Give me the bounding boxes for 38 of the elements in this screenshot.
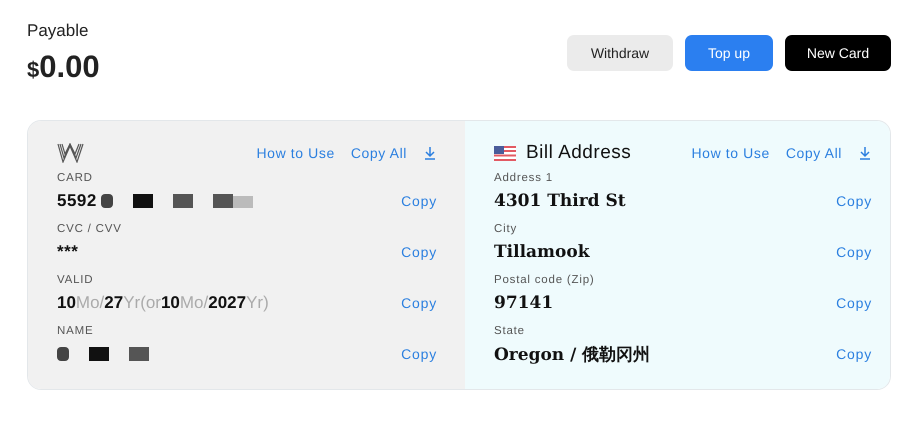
field-label: City xyxy=(494,223,518,237)
field-value: Oregon / 俄勒冈州 xyxy=(494,344,650,366)
copy-all-link[interactable]: Copy All xyxy=(350,145,407,161)
field-label: Postal code (Zip) xyxy=(494,274,596,288)
copy-link[interactable]: Copy xyxy=(401,346,437,362)
copy-link[interactable]: Copy xyxy=(836,346,872,362)
balance-amount: 0.00 xyxy=(39,49,100,85)
field-value: 5592 xyxy=(57,191,97,211)
logo-icon xyxy=(57,143,84,163)
withdraw-button[interactable]: Withdraw xyxy=(567,35,673,71)
copy-link[interactable]: Copy xyxy=(836,295,872,311)
field-value: 4301 Third St xyxy=(494,191,626,211)
new-card-button[interactable]: New Card xyxy=(785,35,891,71)
field-value: 97141 xyxy=(494,293,554,313)
field-value: Tillamook xyxy=(494,242,590,262)
field-label: CARD xyxy=(57,172,94,186)
top-up-button[interactable]: Top up xyxy=(685,35,773,71)
field-label: Address 1 xyxy=(494,172,554,186)
us-flag-icon xyxy=(494,146,516,160)
field-value: *** xyxy=(57,242,78,262)
copy-all-link[interactable]: Copy All xyxy=(786,145,842,161)
copy-link[interactable]: Copy xyxy=(401,244,437,260)
field-label: CVC / CVV xyxy=(57,223,123,237)
download-icon[interactable] xyxy=(423,146,437,160)
copy-link[interactable]: Copy xyxy=(836,193,872,209)
copy-link[interactable]: Copy xyxy=(401,295,437,311)
field-label: VALID xyxy=(57,274,94,288)
field-value: 10Mo/27Yr(or10Mo/2027Yr) xyxy=(57,293,269,313)
currency-symbol: $ xyxy=(27,57,40,83)
field-label: NAME xyxy=(57,325,94,339)
download-icon[interactable] xyxy=(858,146,872,160)
copy-link[interactable]: Copy xyxy=(401,193,437,209)
how-to-use-link[interactable]: How to Use xyxy=(691,145,770,161)
field-label: State xyxy=(494,325,526,339)
how-to-use-link[interactable]: How to Use xyxy=(256,145,335,161)
panel-title: Bill Address xyxy=(526,142,632,164)
payable-label: Payable xyxy=(27,21,90,41)
copy-link[interactable]: Copy xyxy=(836,244,872,260)
